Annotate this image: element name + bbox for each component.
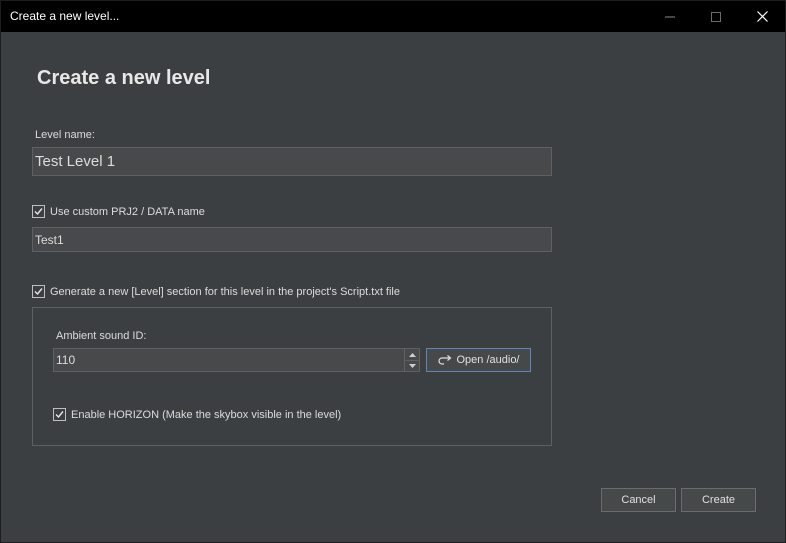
- minimize-icon: [665, 16, 675, 17]
- dialog-window: Create a new level... Create a new level…: [0, 0, 786, 543]
- custom-name-checkbox[interactable]: [32, 205, 45, 218]
- horizon-checkbox-label: Enable HORIZON (Make the skybox visible …: [71, 408, 342, 421]
- checkmark-icon: [34, 208, 43, 216]
- minimize-button[interactable]: [647, 1, 693, 32]
- page-title: Create a new level: [37, 67, 211, 89]
- create-button[interactable]: Create: [681, 488, 756, 512]
- ambient-sound-stepper[interactable]: [404, 348, 420, 372]
- level-options-group: [32, 307, 552, 446]
- close-icon: [756, 11, 768, 22]
- chevron-down-icon: [408, 364, 416, 368]
- close-button[interactable]: [739, 1, 785, 32]
- chevron-up-icon: [408, 352, 416, 357]
- horizon-checkbox-row[interactable]: Enable HORIZON (Make the skybox visible …: [53, 408, 341, 421]
- ambient-sound-input[interactable]: 110: [53, 348, 405, 372]
- generate-section-checkbox[interactable]: [32, 285, 45, 298]
- maximize-icon: [711, 11, 721, 22]
- level-name-label: Level name:: [35, 129, 95, 141]
- open-audio-button-label: Open /audio/: [456, 354, 520, 366]
- stepper-up-button[interactable]: [405, 349, 419, 360]
- open-audio-button[interactable]: Open /audio/: [426, 348, 531, 372]
- stepper-down-button[interactable]: [405, 360, 419, 371]
- custom-name-checkbox-label: Use custom PRJ2 / DATA name: [50, 205, 205, 218]
- custom-name-input[interactable]: Test1: [32, 227, 552, 252]
- checkmark-icon: [34, 288, 43, 296]
- generate-section-checkbox-row[interactable]: Generate a new [Level] section for this …: [32, 285, 400, 298]
- checkmark-icon: [55, 411, 64, 419]
- redirect-arrow-icon: [437, 354, 451, 365]
- window-title: Create a new level...: [10, 9, 120, 23]
- custom-name-checkbox-row[interactable]: Use custom PRJ2 / DATA name: [32, 205, 205, 218]
- maximize-button[interactable]: [693, 1, 739, 32]
- generate-section-checkbox-label: Generate a new [Level] section for this …: [50, 285, 400, 298]
- horizon-checkbox[interactable]: [53, 408, 66, 421]
- title-bar[interactable]: Create a new level...: [1, 1, 785, 32]
- ambient-sound-label: Ambient sound ID:: [56, 330, 147, 342]
- cancel-button[interactable]: Cancel: [601, 488, 676, 512]
- level-name-input[interactable]: Test Level 1: [32, 147, 552, 176]
